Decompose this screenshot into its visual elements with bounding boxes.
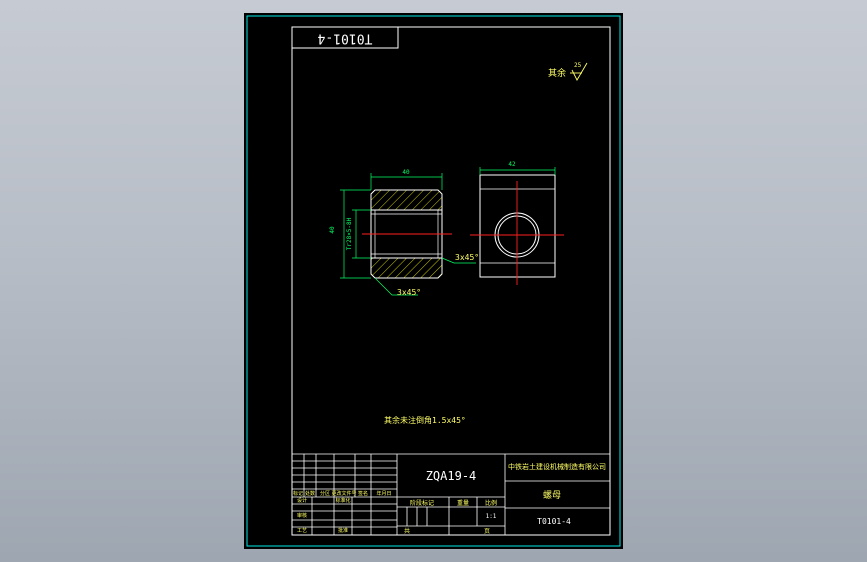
technical-note: 其余未注倒角1.5x45° [384,415,466,425]
tb-sheet-count-label: 共 [404,527,410,535]
tb-company: 中铁岩土建设机械制造有限公司 [508,462,606,471]
tb-rev-mark: 标记 [293,490,303,497]
tb-rev-doc: 更改文件号 [331,490,356,497]
dim-front-width: 40 [402,169,410,176]
tb-stage-label: 阶段标记 [410,499,434,507]
tb-standardization: 标准化 [335,497,350,504]
tb-rev-sign: 签名 [358,490,368,497]
drawing-number-stamp: T0101-4 [317,31,372,46]
drawing-sheet: T0101-4 其余 25 40 40 Tr28×5-8H 3x45° 3x45… [244,13,623,549]
dim-chamfer-top: 3x45° [455,253,479,262]
dim-chamfer-bottom: 3x45° [397,288,421,297]
tb-project-code: ZQA19-4 [426,469,477,483]
tb-designer: 设计 [297,497,307,504]
side-outline [479,174,556,278]
tb-drawing-number: T0101-4 [537,517,571,526]
lower-wall-hatch [370,257,443,279]
inner-frame [291,26,611,536]
dim-thread: Tr28×5-8H [346,217,353,250]
tb-rev-count: 处数 [305,490,315,497]
dim-front-height: 40 [329,226,336,234]
cad-drawing: T0101-4 其余 25 40 40 Tr28×5-8H 3x45° 3x45… [246,15,621,547]
surface-finish-note: 其余 [548,67,566,79]
tb-approval: 批准 [338,527,348,534]
tb-rev-date: 年月日 [376,490,391,497]
tb-sheet-label: 页 [484,528,490,535]
side-view: 42 [470,161,564,285]
tb-process: 工艺 [297,528,307,534]
tb-scale: 1:1 [486,513,497,520]
tb-part-name: 螺母 [543,490,561,501]
tb-checker: 审核 [297,512,307,519]
tb-weight-label: 重量 [457,499,469,507]
upper-wall-hatch [370,189,443,211]
tb-rev-zone: 分区 [320,490,330,497]
surface-finish-value: 25 [574,62,582,69]
dim-side-width: 42 [508,161,516,168]
tb-scale-label: 比例 [485,499,497,507]
front-view: 40 40 Tr28×5-8H 3x45° 3x45° [329,169,479,297]
